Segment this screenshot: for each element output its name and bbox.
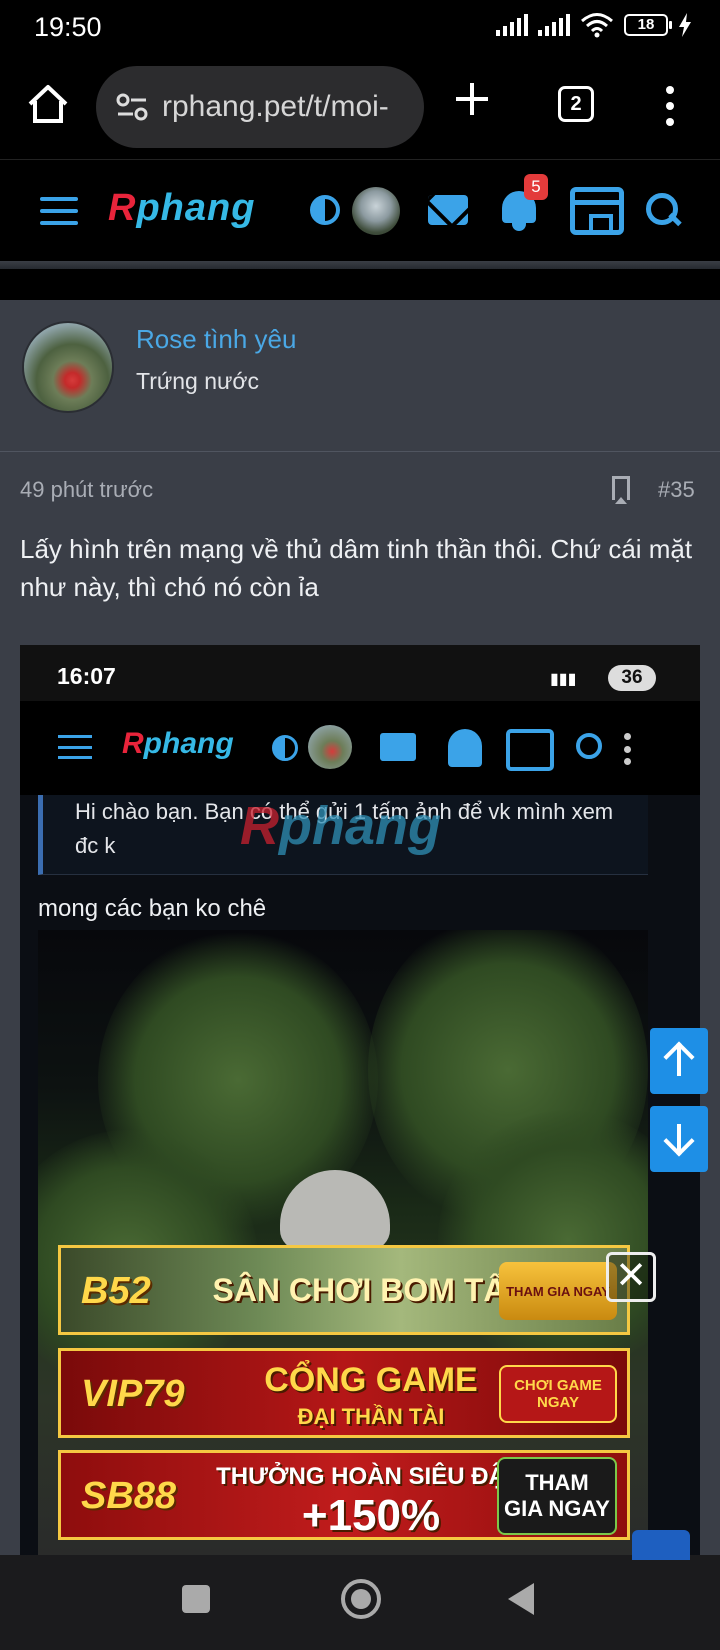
embedded-status-bar: 16:07 ▮▮▮ 36 xyxy=(20,645,700,701)
status-bar: 19:50 18 xyxy=(0,0,720,56)
signal-icon-2 xyxy=(538,14,570,36)
ad-headline: THƯỞNG HOÀN SIÊU ĐẬM +150% xyxy=(216,1463,526,1540)
scroll-top-button[interactable] xyxy=(650,1028,708,1094)
recents-button[interactable] xyxy=(182,1585,210,1613)
wifi-icon xyxy=(581,13,613,38)
new-tab-button[interactable] xyxy=(454,78,490,126)
signal-icon xyxy=(496,14,528,36)
ad-cta-button[interactable]: CHƠI GAME NGAY xyxy=(499,1365,617,1423)
scroll-bottom-button[interactable] xyxy=(650,1106,708,1172)
embedded-watermark: Rphang xyxy=(240,796,441,856)
plus-icon[interactable] xyxy=(454,81,490,117)
embedded-search-icon xyxy=(576,733,602,759)
home-icon[interactable] xyxy=(26,82,70,126)
ad-banner[interactable]: B52 SÂN CHƠI BOM TẤN THAM GIA NGAY xyxy=(58,1245,630,1335)
charging-icon xyxy=(679,13,691,37)
site-header: Rphang xyxy=(0,161,720,269)
post-author: Rose tình yêu Trứng nước xyxy=(0,300,720,452)
hamburger-icon[interactable] xyxy=(40,197,78,225)
post-body: Lấy hình trên mạng về thủ dâm tinh thần … xyxy=(20,534,693,602)
ad-banner[interactable]: SB88 THƯỞNG HOÀN SIÊU ĐẬM +150% THAM GIA… xyxy=(58,1450,630,1540)
embedded-avatar xyxy=(308,725,352,769)
embedded-caption: mong các bạn ko chê xyxy=(38,895,267,922)
ad-cta-button[interactable]: THAM GIA NGAY xyxy=(497,1457,617,1535)
bookmark-icon[interactable] xyxy=(612,476,630,504)
ad-headline: CỔNG GAME ĐẠI THẦN TÀI xyxy=(264,1361,478,1429)
author-avatar[interactable] xyxy=(22,321,114,413)
avatar[interactable] xyxy=(352,187,400,235)
status-icons: 18 xyxy=(496,12,692,38)
system-nav-bar xyxy=(0,1555,720,1650)
mail-icon[interactable] xyxy=(428,195,468,225)
site-info-icon[interactable] xyxy=(116,93,148,121)
author-title: Trứng nước xyxy=(136,368,259,394)
url-text[interactable]: rphang.pet/t/moi- xyxy=(162,90,389,124)
ad-brand: B52 xyxy=(81,1270,151,1312)
embedded-time: 16:07 xyxy=(57,663,116,689)
status-time: 19:50 xyxy=(34,12,102,42)
battery-icon: 18 xyxy=(624,14,672,36)
embedded-mail-icon xyxy=(380,733,416,761)
post-time[interactable]: 49 phút trước xyxy=(20,477,153,503)
close-icon[interactable]: ✕ xyxy=(606,1252,656,1302)
post-number[interactable]: #35 xyxy=(658,477,695,503)
embedded-store-icon xyxy=(506,729,554,771)
ad-headline: SÂN CHƠI BOM TẤN xyxy=(212,1272,530,1308)
ad-banner[interactable]: VIP79 CỔNG GAME ĐẠI THẦN TÀI CHƠI GAME N… xyxy=(58,1348,630,1438)
tab-switcher-button[interactable]: 2 xyxy=(558,86,594,122)
embedded-more-icon xyxy=(624,733,632,765)
notification-badge: 5 xyxy=(524,174,548,200)
embedded-battery-icon: 36 xyxy=(608,665,656,691)
site-logo[interactable]: Rphang xyxy=(108,187,255,230)
ad-brand: VIP79 xyxy=(81,1373,185,1415)
store-icon[interactable] xyxy=(570,187,624,235)
embedded-contrast-icon xyxy=(272,735,298,761)
back-button[interactable] xyxy=(508,1583,534,1615)
corner-tab[interactable] xyxy=(632,1530,690,1560)
embedded-signal-icon: ▮▮▮ xyxy=(550,671,577,688)
ad-brand: SB88 xyxy=(81,1475,177,1517)
search-icon[interactable] xyxy=(646,193,682,229)
embedded-bell-icon xyxy=(448,729,482,767)
author-name[interactable]: Rose tình yêu xyxy=(136,324,296,355)
ad-cta-button[interactable]: THAM GIA NGAY xyxy=(499,1262,617,1320)
browser-menu-button[interactable] xyxy=(665,86,675,126)
home-button[interactable] xyxy=(341,1579,381,1619)
embedded-hamburger-icon xyxy=(58,735,92,759)
contrast-icon[interactable] xyxy=(310,195,340,225)
browser-toolbar: rphang.pet/t/moi- 2 xyxy=(0,56,720,160)
embedded-logo: Rphang xyxy=(122,727,234,760)
embedded-site-header: Rphang xyxy=(20,701,700,795)
url-bar[interactable]: rphang.pet/t/moi- xyxy=(96,66,424,148)
